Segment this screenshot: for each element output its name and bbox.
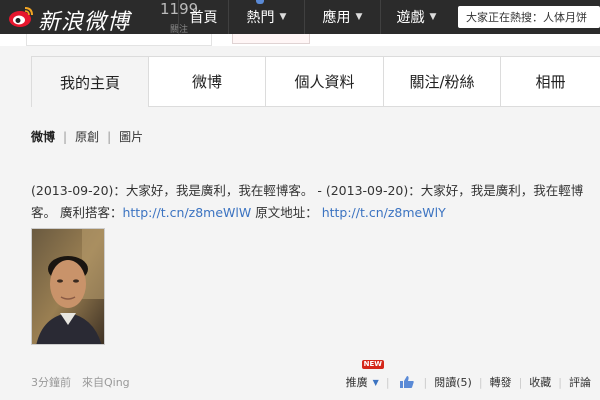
promote-label: 推廣 — [345, 376, 368, 389]
chevron-down-icon: ▼ — [372, 377, 379, 387]
logo-text: 新浪微博 — [38, 10, 131, 34]
post-actions: NEW 推廣 ▼ | | 閱讀(5) | 轉發 | 收藏 | 評論 — [345, 360, 591, 390]
tab-label: 相冊 — [535, 73, 566, 91]
weibo-eye-icon — [9, 7, 33, 27]
tab-my-home[interactable]: 我的主頁 — [31, 57, 148, 107]
nav-home-label: 首頁 — [189, 10, 218, 26]
comment-button[interactable]: 評論 — [569, 374, 591, 390]
favorite-button[interactable]: 收藏 — [529, 374, 551, 390]
divider: | — [518, 375, 523, 389]
read-count[interactable]: 閱讀(5) — [434, 374, 472, 390]
like-icon[interactable] — [399, 375, 415, 389]
tab-weibo[interactable]: 微博 — [148, 57, 265, 107]
tab-follow-fans[interactable]: 關注/粉絲 — [383, 57, 500, 107]
tab-album[interactable]: 相冊 — [500, 57, 600, 107]
filter-original[interactable]: 原創 — [75, 128, 99, 145]
source-link[interactable]: Qing — [104, 376, 130, 389]
nav-hot-label: 熱門 — [246, 10, 275, 26]
feed-filter: 微博 | 原創 | 圖片 — [31, 128, 143, 145]
post-link-1[interactable]: http://t.cn/z8meWlW — [122, 205, 251, 220]
chevron-down-icon: ▼ — [279, 12, 287, 22]
post-time[interactable]: 3分鐘前 — [31, 374, 71, 390]
divider: | — [107, 129, 112, 144]
promote-button[interactable]: NEW 推廣 ▼ — [345, 360, 385, 390]
tab-label: 微博 — [191, 73, 222, 91]
chevron-down-icon: ▼ — [429, 12, 437, 22]
nav-games[interactable]: 遊戲 ▼ — [380, 0, 452, 34]
post-text-2: 原文地址： — [251, 205, 322, 220]
post-photo[interactable] — [31, 228, 105, 345]
divider: | — [423, 375, 428, 389]
divider: | — [558, 375, 562, 389]
profile-tabs: 我的主頁 微博 個人資料 關注/粉絲 相冊 — [31, 56, 600, 107]
search-input[interactable]: 大家正在熱搜：人体月饼 — [458, 6, 600, 28]
filter-weibo[interactable]: 微博 — [31, 128, 55, 145]
post-footer: 3分鐘前 來自Qing NEW 推廣 ▼ | | 閱讀(5) | 轉發 | 收藏… — [31, 360, 591, 392]
top-navigation-bar: 新浪微博 1199 關注 首頁 熱門 ▼ 應用 ▼ 遊戲 ▼ 大家正在熱搜：人体… — [0, 0, 600, 34]
post-source: 來自Qing — [82, 374, 130, 390]
nav-apps[interactable]: 應用 ▼ — [304, 0, 380, 34]
edit-profile-button[interactable] — [232, 34, 310, 44]
profile-header-strip — [0, 34, 600, 46]
new-badge: NEW — [361, 360, 385, 369]
post-link-2[interactable]: http://t.cn/z8meWlY — [322, 205, 446, 220]
search-trending-text: 大家正在熱搜：人体月饼 — [466, 11, 587, 24]
source-prefix: 來自 — [82, 376, 104, 389]
divider: | — [385, 375, 390, 389]
profile-stats-box — [26, 34, 212, 46]
filter-images[interactable]: 圖片 — [119, 128, 143, 145]
main-nav: 首頁 熱門 ▼ 應用 ▼ 遊戲 ▼ — [178, 0, 452, 34]
repost-button[interactable]: 轉發 — [490, 374, 512, 390]
post-content: (2013-09-20)：大家好，我是廣利，我在輕博客。 - (2013-09-… — [31, 180, 591, 224]
weibo-logo[interactable]: 新浪微博 — [0, 0, 158, 34]
portrait-photo — [32, 229, 104, 344]
nav-hot[interactable]: 熱門 ▼ — [228, 0, 304, 34]
tab-label: 關注/粉絲 — [409, 73, 475, 91]
nav-home[interactable]: 首頁 — [178, 0, 228, 34]
tab-label: 個人資料 — [294, 73, 355, 91]
user-indicator-icon — [256, 0, 264, 4]
nav-apps-label: 應用 — [322, 10, 351, 26]
tab-profile-info[interactable]: 個人資料 — [265, 57, 383, 107]
divider: | — [63, 129, 68, 144]
divider: | — [478, 375, 483, 389]
tab-label: 我的主頁 — [59, 73, 120, 92]
chevron-down-icon: ▼ — [355, 12, 363, 22]
nav-games-label: 遊戲 — [396, 10, 425, 26]
